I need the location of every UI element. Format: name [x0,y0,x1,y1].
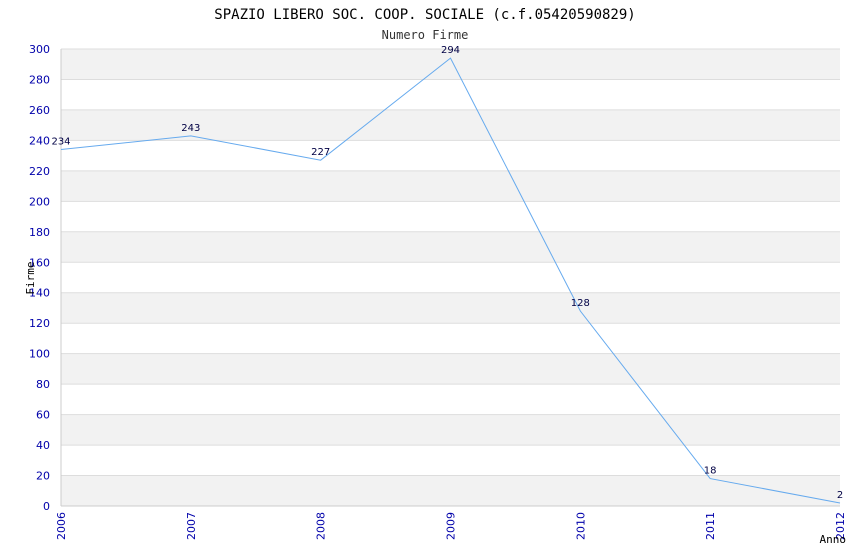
x-tick-label: 2011 [704,512,717,540]
grid-band [61,109,840,141]
data-label: 234 [51,137,70,148]
x-axis-label: Anno [820,533,847,546]
y-axis-label: Firme [24,261,37,294]
x-tick-label: 2008 [315,512,328,540]
data-label: 227 [311,147,330,158]
y-tick-label: 300 [29,43,50,56]
y-tick-label: 100 [29,348,50,361]
y-tick-label: 220 [29,165,50,178]
data-label: 294 [441,45,460,56]
x-tick-label: 2006 [55,512,68,540]
data-label: 18 [704,466,717,477]
y-tick-label: 200 [29,195,50,208]
y-tick-label: 280 [29,73,50,86]
grid-band [61,292,840,324]
grid-band [61,353,840,385]
y-tick-label: 60 [36,409,50,422]
y-tick-label: 260 [29,104,50,117]
y-tick-label: 40 [36,439,50,452]
data-label: 2 [837,490,843,501]
y-tick-label: 240 [29,134,50,147]
x-tick-label: 2010 [574,512,587,540]
y-tick-label: 80 [36,378,50,391]
data-label: 243 [181,123,200,134]
x-tick-label: 2007 [185,512,198,540]
grid-band [61,170,840,202]
y-tick-label: 120 [29,317,50,330]
data-label: 128 [571,298,590,309]
grid-band [61,475,840,506]
line-chart: 0204060801001201401601802002202402602803… [24,7,847,546]
y-tick-label: 20 [36,470,50,483]
chart-subtitle: Numero Firme [382,28,469,42]
y-tick-label: 0 [43,500,50,513]
y-tick-label: 180 [29,226,50,239]
grid-band [61,231,840,263]
x-tick-label: 2009 [445,512,458,540]
x-tick-labels: 2006 2007 2008 2009 2010 2011 2012 [55,512,847,540]
background-bands [61,49,840,506]
chart-title: SPAZIO LIBERO SOC. COOP. SOCIALE (c.f.05… [214,7,635,23]
grid-band [61,414,840,446]
